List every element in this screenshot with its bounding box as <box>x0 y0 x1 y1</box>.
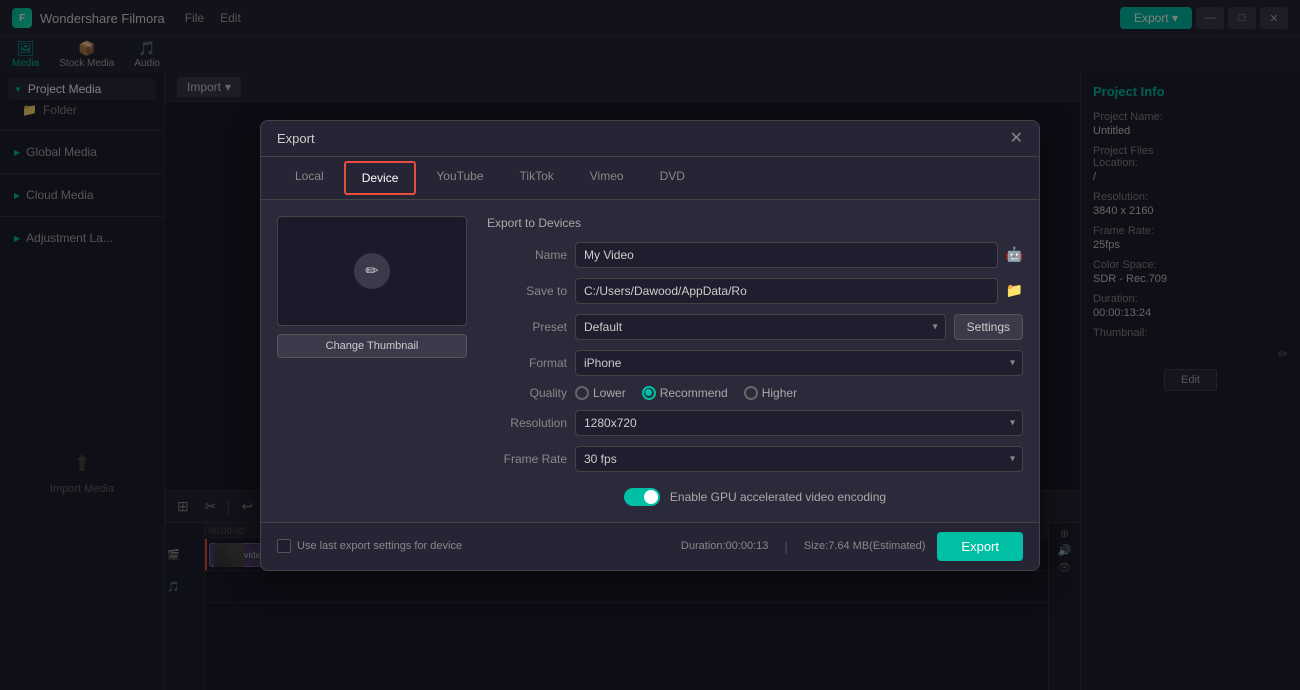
export-final-button[interactable]: Export <box>937 532 1023 561</box>
ai-icon[interactable]: 🤖 <box>1006 246 1023 263</box>
modal-header: Export ✕ <box>261 121 1039 157</box>
modal-tabs: Local Device YouTube TikTok Vimeo DVD <box>261 157 1039 200</box>
name-label: Name <box>487 248 567 262</box>
resolution-field-row: Resolution 1280x720 ▾ <box>487 410 1023 436</box>
use-last-label: Use last export settings for device <box>297 540 462 552</box>
format-label: Format <box>487 356 567 370</box>
higher-radio-circle <box>744 386 758 400</box>
save-to-label: Save to <box>487 284 567 298</box>
modal-overlay: Export ✕ Local Device YouTube TikTok Vim… <box>0 0 1300 690</box>
toggle-knob <box>644 490 658 504</box>
gpu-label: Enable GPU accelerated video encoding <box>670 490 886 504</box>
size-info: Size:7.64 MB(Estimated) <box>804 540 926 552</box>
use-last-settings: Use last export settings for device <box>277 539 462 553</box>
export-settings: Export to Devices Name 🤖 Save to C:/User… <box>487 216 1023 506</box>
resolution-select[interactable]: 1280x720 <box>575 410 1023 436</box>
preset-label: Preset <box>487 320 567 334</box>
tab-dvd[interactable]: DVD <box>644 161 701 195</box>
frame-rate-field-row: Frame Rate 30 fps ▾ <box>487 446 1023 472</box>
frame-rate-field-label: Frame Rate <box>487 452 567 466</box>
save-to-value: C:/Users/Dawood/AppData/Ro <box>575 278 998 304</box>
tab-device[interactable]: Device <box>344 161 417 195</box>
export-modal: Export ✕ Local Device YouTube TikTok Vim… <box>260 120 1040 571</box>
folder-browse-icon[interactable]: 📁 <box>1006 282 1023 299</box>
use-last-checkbox[interactable] <box>277 539 291 553</box>
thumbnail-pencil-icon: ✏ <box>354 253 390 289</box>
recommend-label: Recommend <box>660 386 728 400</box>
quality-label: Quality <box>487 386 567 400</box>
tab-tiktok[interactable]: TikTok <box>504 161 570 195</box>
tab-youtube[interactable]: YouTube <box>420 161 499 195</box>
tab-local[interactable]: Local <box>279 161 340 195</box>
lower-label: Lower <box>593 386 626 400</box>
preset-field-row: Preset Default ▾ Settings <box>487 314 1023 340</box>
tab-vimeo[interactable]: Vimeo <box>574 161 640 195</box>
name-field-row: Name 🤖 <box>487 242 1023 268</box>
preset-select-wrapper: Default ▾ <box>575 314 946 340</box>
format-field-row: Format iPhone ▾ <box>487 350 1023 376</box>
gpu-row: Enable GPU accelerated video encoding <box>487 488 1023 506</box>
duration-info: Duration:00:00:13 <box>681 540 768 552</box>
preset-select[interactable]: Default <box>575 314 946 340</box>
higher-label: Higher <box>762 386 797 400</box>
thumbnail-section: ✏ Change Thumbnail <box>277 216 467 506</box>
quality-recommend[interactable]: Recommend <box>642 386 728 400</box>
change-thumbnail-button[interactable]: Change Thumbnail <box>277 334 467 358</box>
modal-footer: Use last export settings for device Dura… <box>261 522 1039 570</box>
settings-button[interactable]: Settings <box>954 314 1023 340</box>
format-select[interactable]: iPhone <box>575 350 1023 376</box>
modal-body: ✏ Change Thumbnail Export to Devices Nam… <box>261 200 1039 522</box>
recommend-radio-dot <box>645 389 652 396</box>
export-to-label: Export to Devices <box>487 216 1023 230</box>
thumbnail-preview: ✏ <box>277 216 467 326</box>
format-select-wrapper: iPhone ▾ <box>575 350 1023 376</box>
lower-radio-circle <box>575 386 589 400</box>
quality-higher[interactable]: Higher <box>744 386 797 400</box>
quality-lower[interactable]: Lower <box>575 386 626 400</box>
resolution-select-wrapper: 1280x720 ▾ <box>575 410 1023 436</box>
modal-title: Export <box>277 131 315 146</box>
frame-rate-select[interactable]: 30 fps <box>575 446 1023 472</box>
save-to-field-row: Save to C:/Users/Dawood/AppData/Ro 📁 <box>487 278 1023 304</box>
name-input[interactable] <box>575 242 998 268</box>
recommend-radio-circle <box>642 386 656 400</box>
gpu-toggle[interactable] <box>624 488 660 506</box>
resolution-field-label: Resolution <box>487 416 567 430</box>
frame-rate-select-wrapper: 30 fps ▾ <box>575 446 1023 472</box>
quality-row: Quality Lower Recommend <box>487 386 1023 400</box>
quality-radio-group: Lower Recommend Higher <box>575 386 797 400</box>
modal-close-button[interactable]: ✕ <box>1010 128 1023 148</box>
